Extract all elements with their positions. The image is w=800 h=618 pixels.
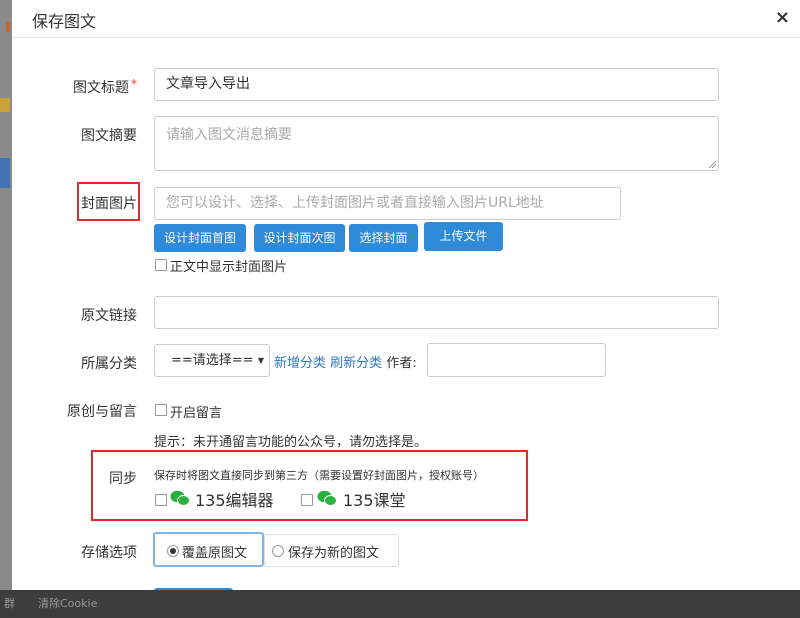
background-mark [0,158,10,188]
storage-option-save-new[interactable]: 保存为新的图文 [264,534,399,567]
enable-comment-label: 开启留言 [170,406,223,421]
overwrite-radio[interactable] [167,545,179,557]
category-links: 新增分类 刷新分类 作者: [274,352,417,371]
storage-option-overwrite[interactable]: 覆盖原图文 [153,532,264,567]
sync-135-editor-checkbox[interactable] [155,494,167,506]
sync-135-editor-label: 135编辑器 [195,491,274,510]
title-input[interactable]: 文章导入导出 [154,68,719,101]
summary-placeholder: 请输入图文消息摘要 [166,127,292,143]
select-cover-button[interactable]: 选择封面 [349,224,418,252]
source-link-label: 原文链接 [81,308,137,324]
resize-handle-icon[interactable] [708,160,716,168]
background-page [0,0,12,590]
title-label: 图文标题 * [12,77,137,97]
design-cover-first-button[interactable]: 设计封面首图 [154,224,246,252]
source-link-input[interactable] [154,296,719,329]
new-category-link[interactable]: 新增分类 [274,356,326,371]
background-mark [6,22,10,32]
sync-135-class-checkbox[interactable] [301,494,313,506]
title-input-value: 文章导入导出 [166,76,250,92]
required-marker: * [131,77,137,91]
modal-title: 保存图文 [32,12,97,31]
show-cover-checkbox[interactable] [155,259,167,271]
wechat-icon [317,490,337,506]
hint-text: 提示：未开通留言功能的公众号，请勿选择是。 [154,435,428,450]
background-footer: 群 清除Cookie [0,590,800,618]
footer-link[interactable]: 群 [4,590,15,618]
cover-label: 封面图片 [81,196,137,212]
chevron-down-icon: ▼ [257,356,264,365]
title-label-text: 图文标题 [73,80,129,96]
background-mark [0,98,10,112]
storage-label: 存储选项 [81,545,137,561]
design-cover-second-button[interactable]: 设计封面次图 [254,224,345,252]
upload-file-button[interactable]: 上传文件 [424,222,503,251]
close-icon[interactable]: × [775,7,790,28]
sync-135-class-label: 135课堂 [343,491,406,510]
refresh-category-link[interactable]: 刷新分类 [330,356,382,371]
sync-description: 保存时将图文直接同步到第三方（需要设置好封面图片，授权账号） [154,469,484,482]
sync-label: 同步 [109,471,137,487]
cover-url-input[interactable]: 您可以设计、选择、上传封面图片或者直接输入图片URL地址 [154,187,621,220]
save-new-radio[interactable] [272,545,284,557]
category-select[interactable]: ==请选择== ▼ [154,344,270,377]
show-cover-label: 正文中显示封面图片 [170,260,288,275]
enable-comment-checkbox[interactable] [155,404,167,416]
save-button[interactable] [154,588,233,590]
save-article-modal: 保存图文 × 图文标题 * 文章导入导出 图文摘要 请输入图文消息摘要 封面图片 … [12,0,800,590]
save-new-label: 保存为新的图文 [288,546,380,561]
original-label: 原创与留言 [67,404,137,420]
category-selected-value: ==请选择== [171,353,254,368]
category-label: 所属分类 [81,356,137,372]
sync-highlight-box [91,450,528,521]
author-label: 作者: [386,356,417,371]
wechat-icon [170,490,190,506]
modal-header: 保存图文 × [12,0,800,38]
summary-textarea[interactable]: 请输入图文消息摘要 [154,116,719,171]
summary-label: 图文摘要 [81,128,137,144]
footer-link-clear-cookie[interactable]: 清除Cookie [38,590,97,618]
cover-url-placeholder: 您可以设计、选择、上传封面图片或者直接输入图片URL地址 [166,195,544,211]
overwrite-label: 覆盖原图文 [182,546,248,561]
author-input[interactable] [427,343,606,377]
